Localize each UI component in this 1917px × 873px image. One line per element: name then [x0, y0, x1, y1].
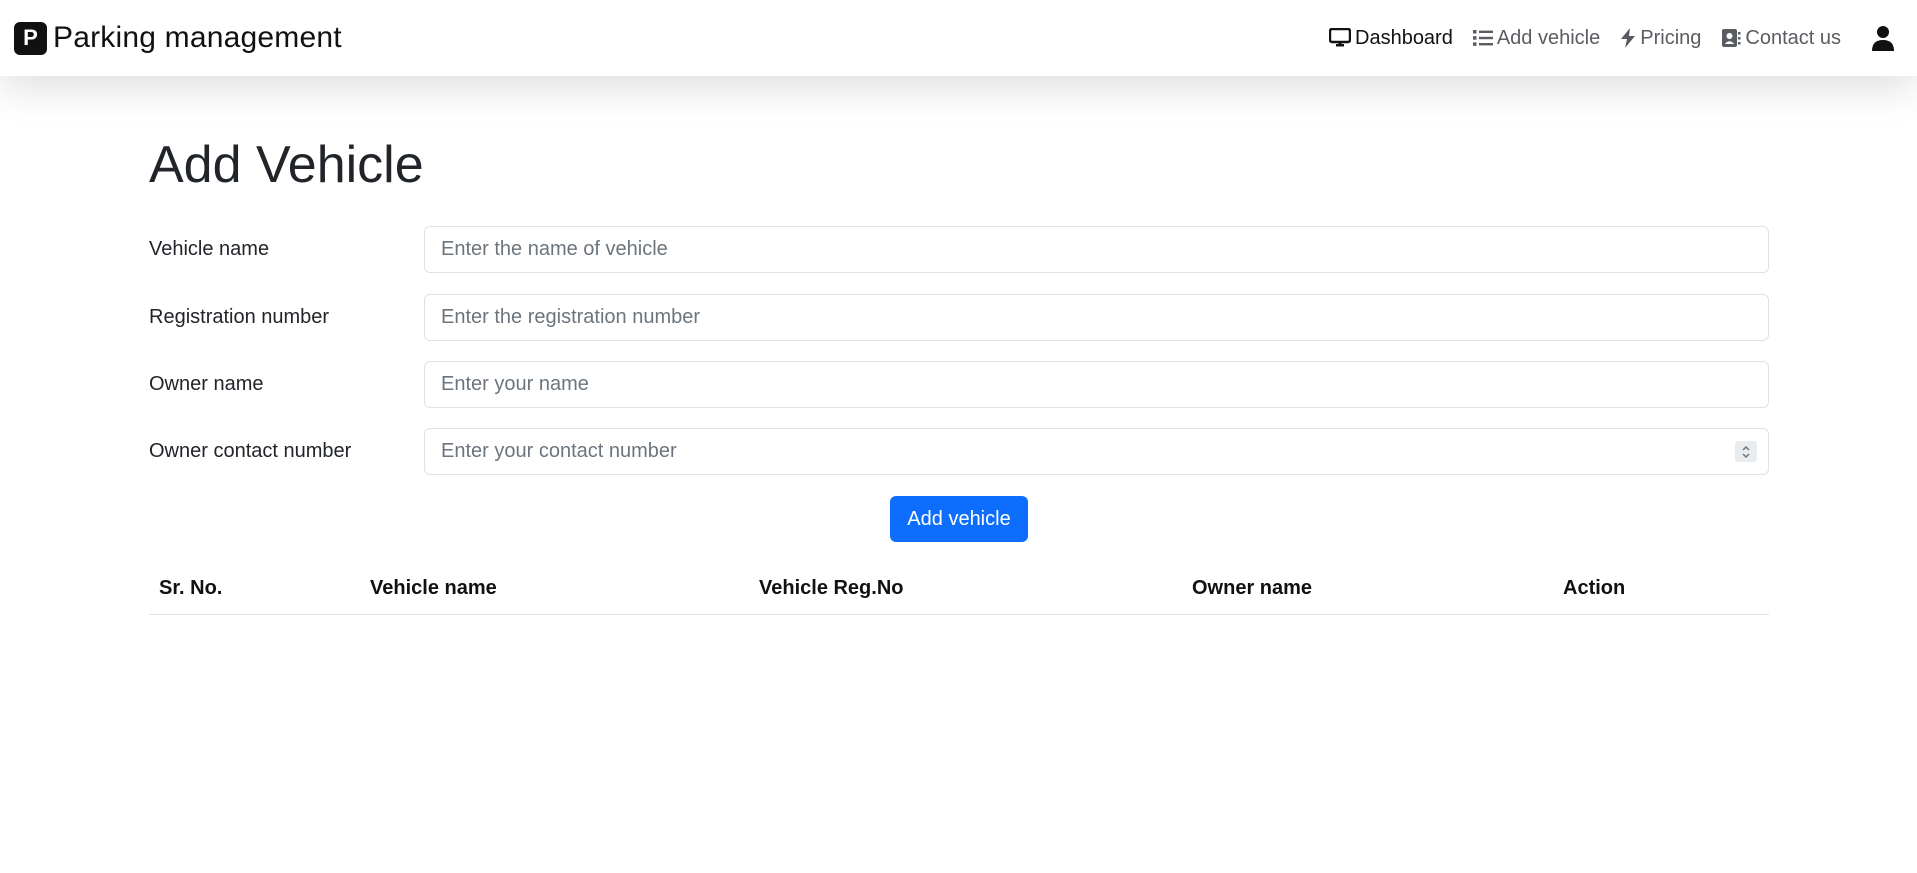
list-icon: [1472, 30, 1493, 46]
owner-contact-input[interactable]: [424, 428, 1769, 475]
column-header-vehicle-reg-no: Vehicle Reg.No: [749, 568, 1182, 615]
brand-logo-letter: P: [23, 25, 38, 50]
owner-name-label: Owner name: [149, 373, 264, 395]
registration-number-input[interactable]: [424, 294, 1769, 341]
form-row-owner-contact: Owner contact number: [149, 428, 1769, 475]
navbar: P Parking management Dashboard Add vehic…: [0, 0, 1917, 76]
add-vehicle-button[interactable]: Add vehicle: [890, 496, 1028, 542]
nav-item-label: Contact us: [1745, 26, 1841, 49]
spinner-arrows-icon: [1742, 445, 1750, 458]
page-title: Add Vehicle: [149, 136, 424, 194]
nav-links: Dashboard Add vehicle Pricing Contact us: [1309, 25, 1903, 51]
column-header-sr-no: Sr. No.: [149, 568, 360, 615]
nav-item-pricing[interactable]: Pricing: [1620, 27, 1701, 50]
contact-card-icon: [1722, 29, 1741, 47]
registration-number-label: Registration number: [149, 306, 330, 328]
monitor-icon: [1329, 28, 1351, 47]
table-header-row: Sr. No. Vehicle name Vehicle Reg.No Owne…: [149, 568, 1769, 615]
column-header-vehicle-name: Vehicle name: [360, 568, 749, 615]
owner-contact-wrapper: [424, 428, 1769, 475]
brand[interactable]: P Parking management: [14, 21, 342, 55]
parking-logo-icon: P: [14, 21, 47, 55]
nav-item-add-vehicle[interactable]: Add vehicle: [1472, 26, 1601, 50]
nav-item-label: Dashboard: [1355, 26, 1453, 49]
vehicle-name-input[interactable]: [424, 226, 1769, 273]
vehicle-name-label: Vehicle name: [149, 238, 270, 260]
brand-title: Parking management: [53, 21, 342, 54]
nav-item-label: Pricing: [1640, 26, 1702, 49]
lightning-icon: [1621, 28, 1636, 48]
form-row-vehicle-name: Vehicle name: [149, 226, 1769, 273]
column-header-action: Action: [1553, 568, 1769, 615]
user-menu-button[interactable]: [1871, 25, 1895, 51]
owner-contact-label: Owner contact number: [149, 440, 352, 462]
column-header-owner-name: Owner name: [1182, 568, 1553, 615]
owner-name-input[interactable]: [424, 361, 1769, 408]
nav-item-dashboard[interactable]: Dashboard: [1329, 27, 1453, 50]
form-row-registration-number: Registration number: [149, 294, 1769, 341]
user-icon: [1872, 26, 1894, 51]
submit-wrapper: Add vehicle: [149, 496, 1769, 542]
form-row-owner-name: Owner name: [149, 361, 1769, 408]
number-spinner[interactable]: [1735, 441, 1757, 462]
nav-item-label: Add vehicle: [1496, 26, 1601, 49]
vehicle-table: Sr. No. Vehicle name Vehicle Reg.No Owne…: [149, 568, 1769, 615]
nav-item-contact-us[interactable]: Contact us: [1721, 27, 1841, 50]
